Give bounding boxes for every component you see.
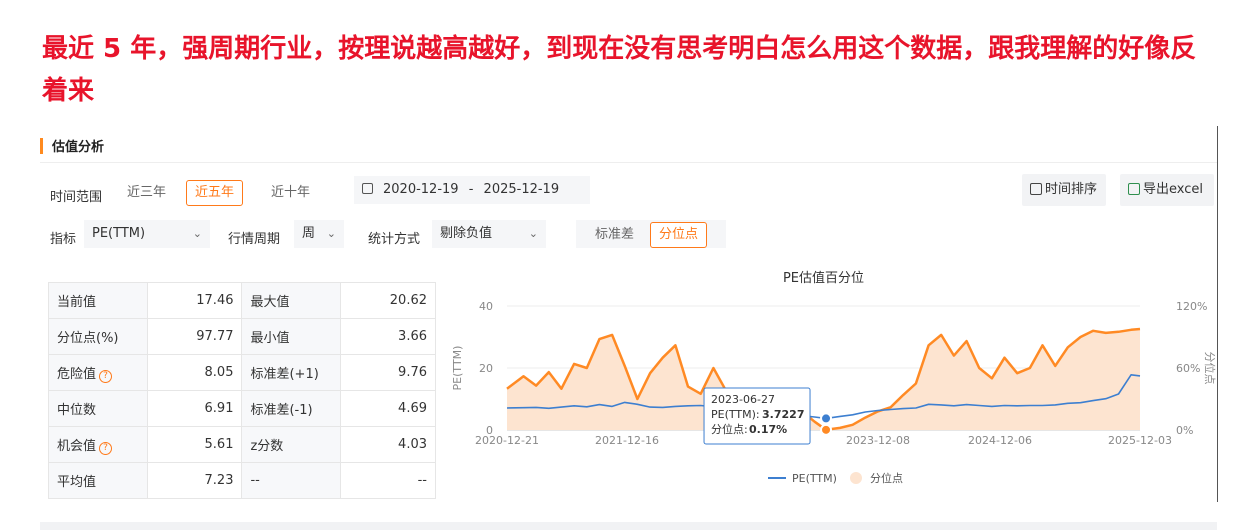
export-excel-button[interactable]: 导出excel <box>1120 174 1214 206</box>
stats-table: 当前值 17.46 最大值 20.62 分位点(%) 97.77 最小值 3.66 危险值? 8.… <box>48 282 436 499</box>
stats-row: 平均值 7.23 -- -- <box>48 462 436 499</box>
stat-value: 7.23 <box>146 462 243 499</box>
stats-row: 中位数 6.91 标准差(-1) 4.69 <box>48 390 436 427</box>
accent-bar <box>40 138 43 154</box>
y-right-tick: 0% <box>1176 424 1193 437</box>
percentile-hover-point <box>820 423 833 436</box>
tooltip-pct-label: 分位点: <box>711 422 748 436</box>
pe-hover-point <box>820 412 833 425</box>
chevron-down-icon: ⌄ <box>192 227 202 240</box>
sort-icon <box>1030 183 1042 195</box>
mode-percentile[interactable]: 分位点 <box>650 222 708 248</box>
option-5y[interactable]: 近五年 <box>186 180 244 206</box>
tooltip-date: 2023-06-27 <box>711 393 775 406</box>
date-start: 2020-12-19 <box>383 182 459 197</box>
stat-value: 97.77 <box>146 318 243 355</box>
date-separator: - <box>468 182 474 197</box>
stat-label: 最小值 <box>241 318 342 355</box>
stat-label: 平均值 <box>48 462 148 499</box>
stat-method-value: 剔除负值 <box>440 226 493 241</box>
stats-row: 机会值? 5.61 z分数 4.03 <box>48 426 436 463</box>
y-left-tick: 20 <box>479 362 493 375</box>
date-end: 2025-12-19 <box>483 182 560 197</box>
stat-label: z分数 <box>241 426 342 463</box>
time-range-label: 时间范围 <box>50 190 103 205</box>
stat-value: 3.66 <box>340 318 436 355</box>
x-tick-label: 2021-12-16 <box>595 434 659 447</box>
chevron-down-icon: ⌄ <box>528 227 538 240</box>
mode-stddev[interactable]: 标准差 <box>586 222 643 248</box>
tooltip-pe-label: PE(TTM): <box>711 408 760 421</box>
stat-value: 20.62 <box>340 282 436 319</box>
stat-label: 标准差(+1) <box>241 354 342 391</box>
metric-select[interactable]: PE(TTM) ⌄ <box>84 220 210 248</box>
y-right-tick: 60% <box>1176 362 1200 375</box>
time-sort-label: 时间排序 <box>1045 182 1098 197</box>
stat-value: 6.91 <box>146 390 243 427</box>
y-left-tick: 40 <box>479 300 493 313</box>
pe-percentile-chart: PE估值百分位020400%60%120%PE(TTM) 分位点2020-12-2… <box>451 270 1217 485</box>
period-label: 行情周期 <box>228 232 281 247</box>
stat-value: 9.76 <box>340 354 436 391</box>
y-right-tick: 120% <box>1176 300 1207 313</box>
stat-label: 最大值 <box>241 282 342 319</box>
legend-pe-label: PE(TTM) <box>792 472 837 485</box>
chart-title: PE估值百分位 <box>783 270 864 286</box>
period-select[interactable]: 周 ⌄ <box>294 220 344 248</box>
tooltip-pct-value: 0.17% <box>749 423 787 436</box>
option-10y[interactable]: 近十年 <box>262 180 319 206</box>
time-sort-button[interactable]: 时间排序 <box>1022 174 1106 206</box>
help-icon[interactable]: ? <box>99 369 113 383</box>
metric-label: 指标 <box>50 232 77 247</box>
date-range-picker[interactable]: 2020-12-19 - 2025-12-19 <box>354 176 590 204</box>
stat-method-select[interactable]: 剔除负值 ⌄ <box>432 220 546 248</box>
excel-icon <box>1128 183 1140 195</box>
stat-method-label: 统计方式 <box>368 232 421 247</box>
bottom-strip <box>40 522 1217 530</box>
stat-value: 8.05 <box>146 354 243 391</box>
stat-label: 危险值? <box>48 354 148 391</box>
stats-row: 当前值 17.46 最大值 20.62 <box>48 282 436 319</box>
stat-value: -- <box>340 462 436 499</box>
y-right-label: 分位点 <box>1203 352 1217 385</box>
stat-value: 17.46 <box>146 282 243 319</box>
divider <box>40 162 1217 163</box>
period-value: 周 <box>302 226 316 241</box>
post-caption: 最近 5 年，强周期行业，按理说越高越好，到现在没有思考明白怎么用这个数据，跟我… <box>42 34 1197 106</box>
calendar-icon <box>362 183 373 194</box>
x-tick-label: 2024-12-06 <box>968 434 1032 447</box>
filter-row: 指标 PE(TTM) ⌄ 行情周期 周 ⌄ 统计方式 剔除负值 ⌄ 标准差 分位… <box>40 220 1217 254</box>
stats-row: 分位点(%) 97.77 最小值 3.66 <box>48 318 436 355</box>
valuation-panel: 估值分析 时间范围 近三年 近五年 近十年 2020-12-19 - 2025-… <box>40 126 1218 502</box>
panel-title: 估值分析 <box>52 140 105 155</box>
stat-value: 4.03 <box>340 426 436 463</box>
stat-label: 中位数 <box>48 390 148 427</box>
y-left-label: PE(TTM) <box>451 346 464 391</box>
stat-label: 当前值 <box>48 282 148 319</box>
stats-row: 危险值? 8.05 标准差(+1) 9.76 <box>48 354 436 391</box>
tooltip-pe-value: 3.7227 <box>762 408 804 421</box>
chevron-down-icon: ⌄ <box>326 227 336 240</box>
stat-label: -- <box>241 462 342 499</box>
stat-label: 分位点(%) <box>48 318 148 355</box>
export-excel-label: 导出excel <box>1143 182 1203 197</box>
option-3y[interactable]: 近三年 <box>118 180 175 206</box>
stat-value: 4.69 <box>340 390 436 427</box>
legend-percentile-swatch <box>850 472 862 484</box>
metric-value: PE(TTM) <box>92 226 146 241</box>
x-tick-label: 2023-12-08 <box>846 434 910 447</box>
stat-value: 5.61 <box>146 426 243 463</box>
time-range-row: 时间范围 近三年 近五年 近十年 2020-12-19 - 2025-12-19… <box>40 174 1217 212</box>
x-tick-label: 2020-12-21 <box>475 434 539 447</box>
panel-header: 估值分析 <box>40 134 1217 160</box>
x-tick-label: 2025-12-03 <box>1108 434 1172 447</box>
help-icon[interactable]: ? <box>99 441 113 455</box>
stat-label: 机会值? <box>48 426 148 463</box>
legend-percentile-label: 分位点 <box>870 471 903 485</box>
stat-label: 标准差(-1) <box>241 390 342 427</box>
